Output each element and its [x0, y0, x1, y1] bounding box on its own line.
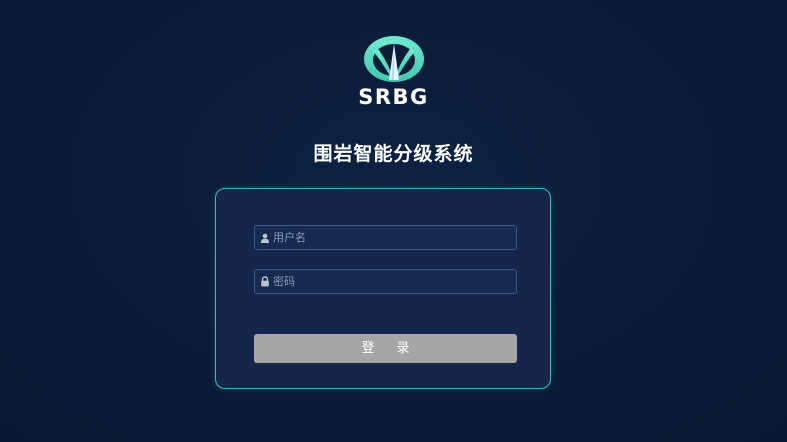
- password-input[interactable]: [272, 270, 516, 293]
- login-button[interactable]: 登录: [254, 334, 517, 363]
- logo: SRBG: [0, 34, 787, 108]
- srbg-emblem-icon: [363, 36, 424, 82]
- user-icon: [258, 231, 272, 245]
- logo-text: SRBG: [358, 85, 429, 109]
- password-field[interactable]: [254, 269, 517, 294]
- username-input[interactable]: [272, 226, 516, 249]
- lock-icon: [258, 275, 272, 289]
- page-title: 围岩智能分级系统: [313, 143, 474, 165]
- login-page: SRBG 围岩智能分级系统 登录: [0, 0, 787, 442]
- login-card: 登录: [215, 188, 551, 389]
- username-field[interactable]: [254, 225, 517, 250]
